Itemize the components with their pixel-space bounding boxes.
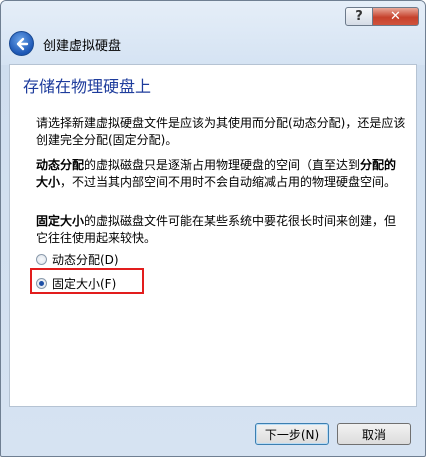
close-button[interactable]: ✕ [373,7,419,26]
dynamic-option[interactable]: 动态分配(D) [36,251,119,268]
fixed-option-label: 固定大小(F) [52,277,117,291]
next-button[interactable]: 下一步(N) [255,423,329,445]
wizard-title: 创建虚拟硬盘 [43,39,122,54]
dynamic-radio[interactable] [36,254,47,265]
dynamic-text: 的虚拟磁盘只是逐渐占用物理硬盘的空间（直至达到 [84,158,361,172]
cancel-button[interactable]: 取消 [337,423,411,445]
window-controls: ? ✕ [345,7,419,26]
dynamic-description: 动态分配的虚拟磁盘只是逐渐占用物理硬盘的空间（直至达到分配的大小，不过当其内部空… [36,157,406,191]
dynamic-text-2: ，不过当其内部空间不用时不会自动缩减占用的物理硬盘空间。 [60,175,397,189]
page-heading: 存储在物理硬盘上 [23,77,152,96]
dynamic-term: 动态分配 [36,158,85,172]
fixed-radio[interactable] [36,278,47,289]
intro-text: 请选择新建虚拟硬盘文件是应该为其使用而分配(动态分配)，还是应该创建完全分配(固… [36,116,406,147]
wizard-window: ? ✕ 创建虚拟硬盘 存储在物理硬盘上 请选择新建虚拟硬盘文件是应该为其使用而分… [0,0,426,457]
fixed-option[interactable]: 固定大小(F) [36,275,116,292]
dynamic-option-label: 动态分配(D) [52,253,119,267]
fixed-text: 的虚拟磁盘文件可能在某些系统中要花很长时间来创建，但它往往使用起来较快。 [36,214,397,245]
fixed-description: 固定大小的虚拟磁盘文件可能在某些系统中要花很长时间来创建，但它往往使用起来较快。 [36,213,406,247]
button-bar: 下一步(N) 取消 [1,407,425,456]
help-button[interactable]: ? [345,7,373,26]
back-arrow-icon [16,37,28,50]
fixed-term: 固定大小 [36,214,85,228]
back-button[interactable] [9,31,34,56]
content-panel: 存储在物理硬盘上 请选择新建虚拟硬盘文件是应该为其使用而分配(动态分配)，还是应… [9,64,417,407]
